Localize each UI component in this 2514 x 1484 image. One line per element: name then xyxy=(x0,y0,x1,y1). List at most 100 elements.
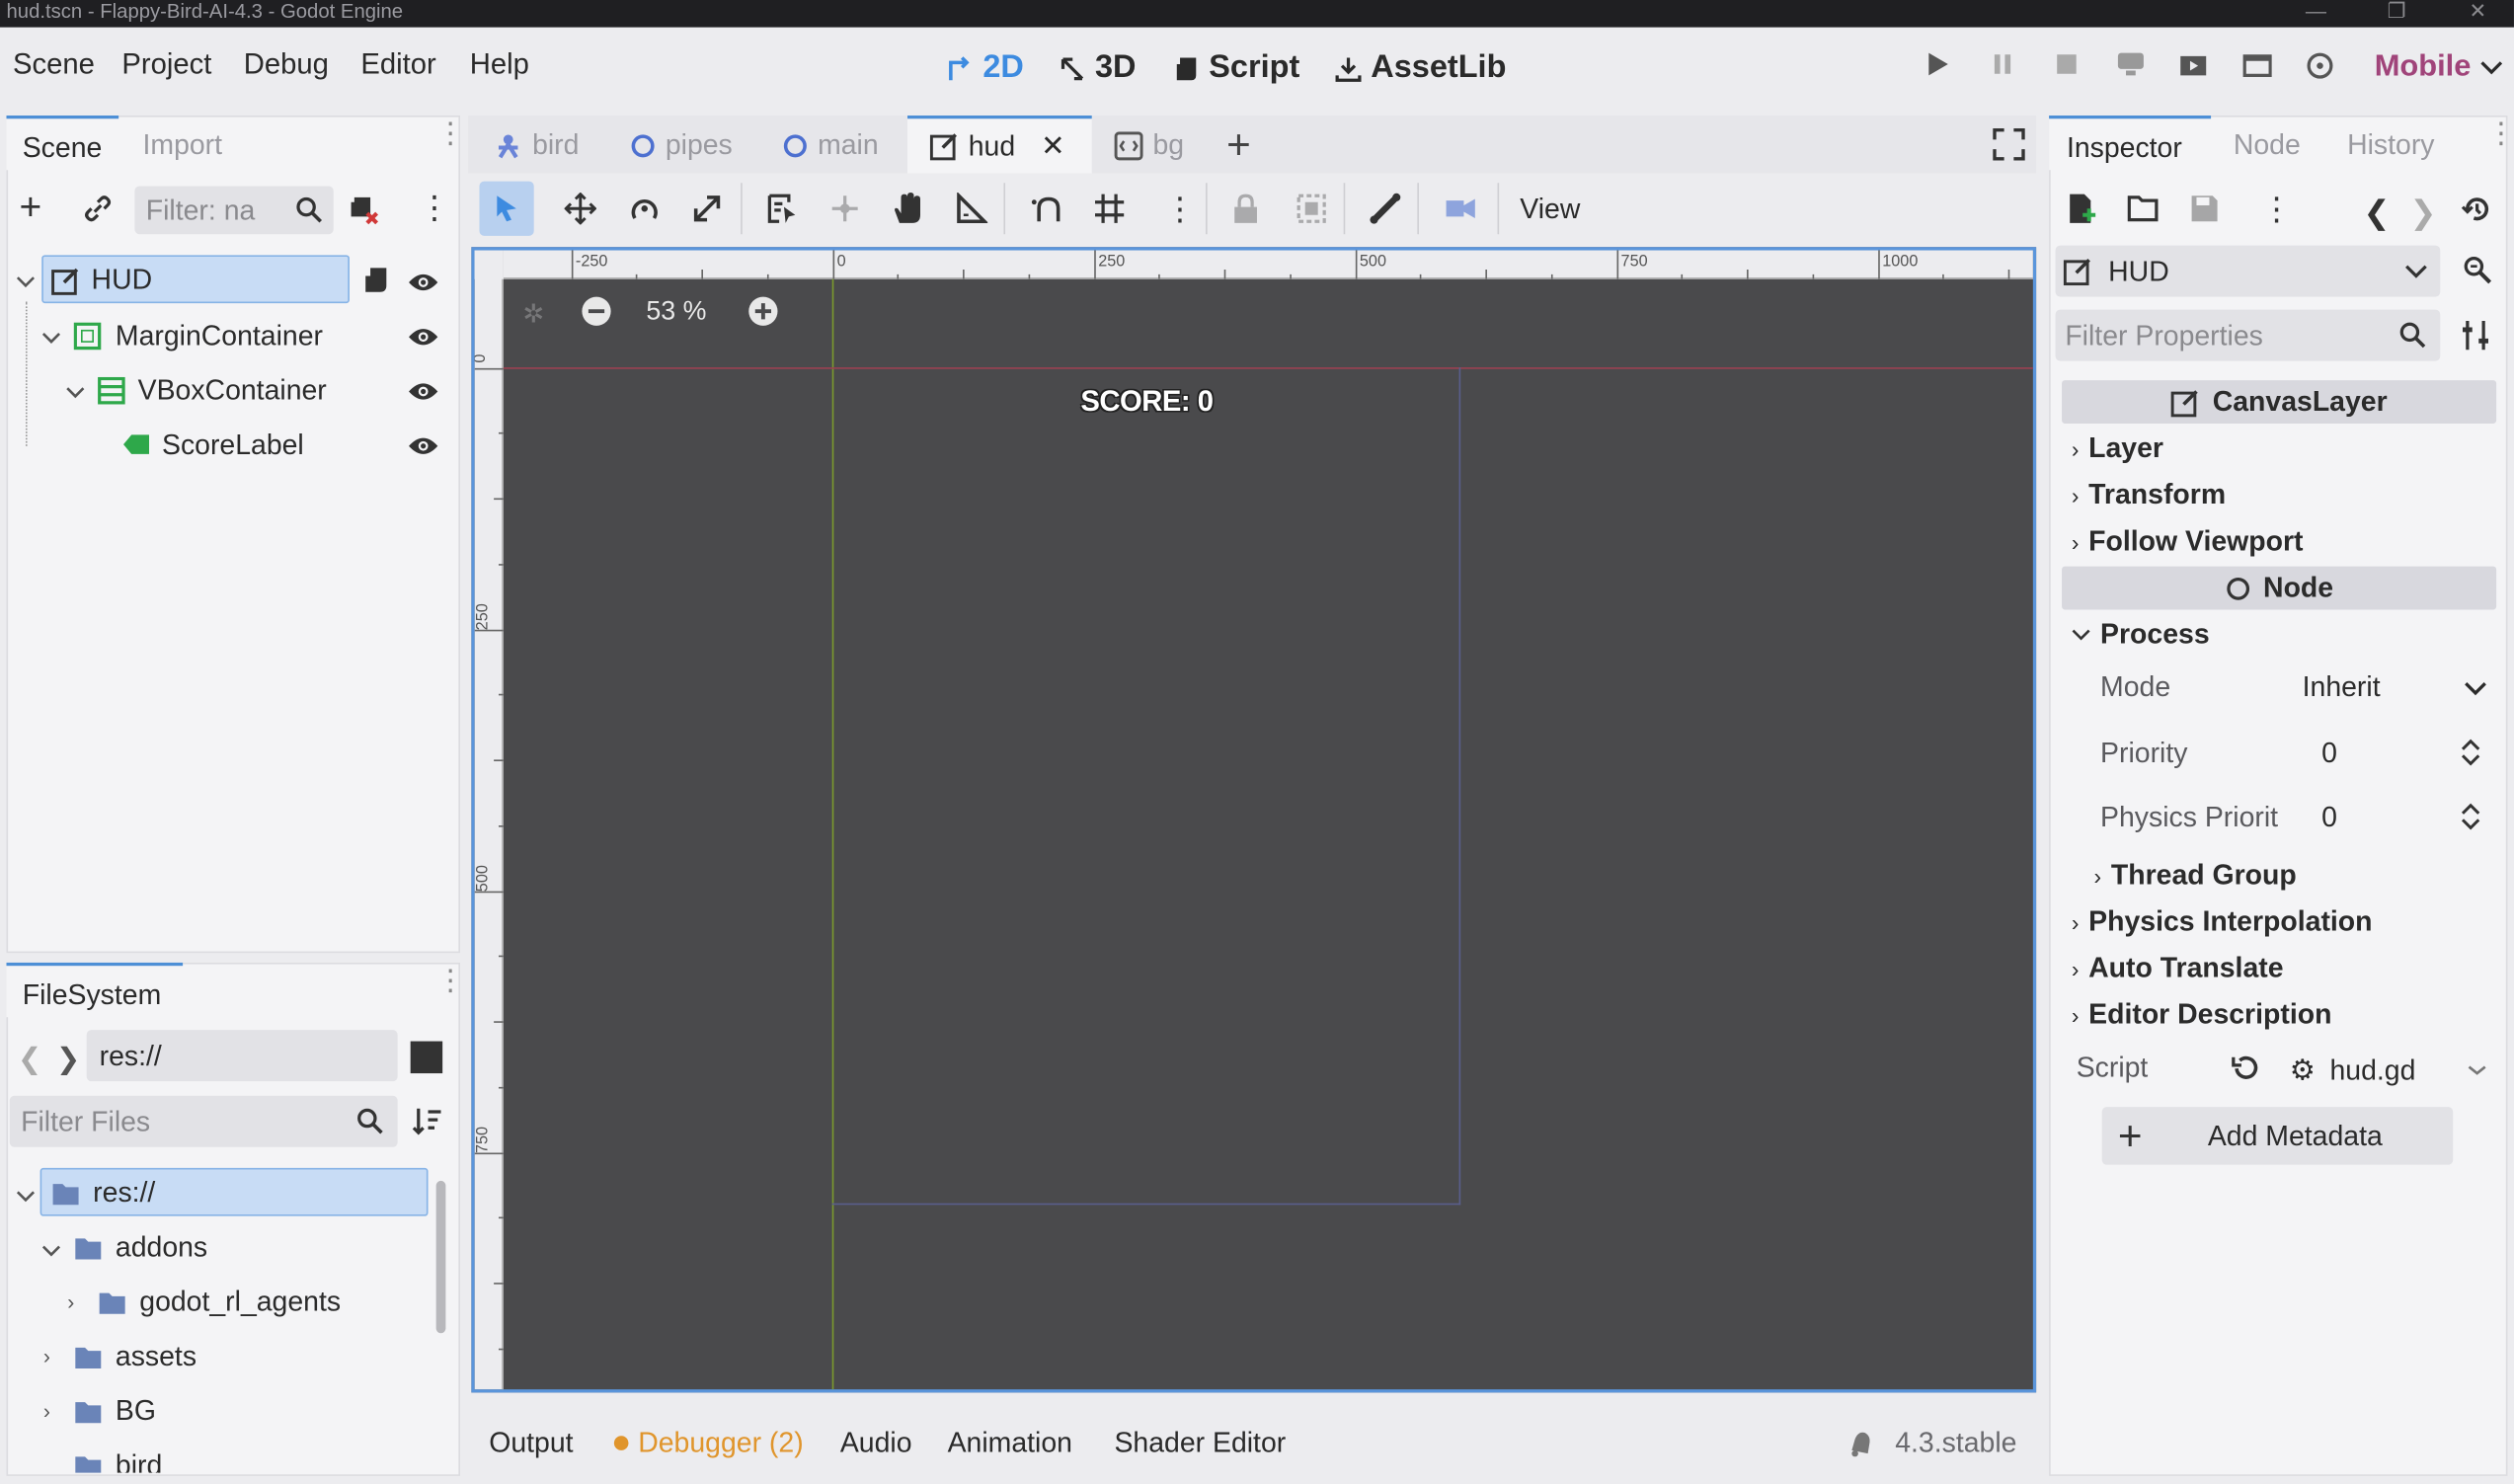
fs-item-res[interactable]: res:// xyxy=(39,1167,429,1216)
menu-help[interactable]: Help xyxy=(470,48,529,82)
tab-node[interactable]: Node xyxy=(2234,128,2301,162)
lock-icon[interactable] xyxy=(1231,193,1260,233)
pan-mode-icon[interactable] xyxy=(892,191,923,234)
zoom-out-icon[interactable] xyxy=(581,295,612,336)
add-scene-icon[interactable]: + xyxy=(1226,120,1251,170)
collapse-icon[interactable] xyxy=(66,380,85,409)
bottom-tab-shader-editor[interactable]: Shader Editor xyxy=(1114,1427,1286,1460)
new-resource-icon[interactable] xyxy=(2067,193,2098,233)
history-back-icon[interactable]: ❮ xyxy=(2363,193,2390,233)
select-mode-button[interactable] xyxy=(479,181,534,236)
visibility-eye-icon[interactable] xyxy=(407,272,438,302)
tab-history[interactable]: History xyxy=(2347,128,2434,162)
section-process[interactable]: Process xyxy=(2072,618,2210,652)
scene-tab-pipes[interactable]: pipes xyxy=(630,128,733,162)
link-icon[interactable] xyxy=(83,195,112,231)
score-label-text[interactable]: SCORE: 0 xyxy=(1080,385,1214,419)
bottom-tab-debugger[interactable]: Debugger (2) xyxy=(638,1427,803,1460)
snap-options-icon[interactable]: ⋮ xyxy=(1164,190,1196,230)
scene-filter-input[interactable]: Filter: na xyxy=(134,186,334,235)
notification-bell-icon[interactable] xyxy=(1847,1428,1876,1464)
object-selector[interactable]: HUD xyxy=(2055,245,2441,297)
path-input[interactable]: res:// xyxy=(86,1030,398,1082)
visibility-eye-icon[interactable] xyxy=(407,434,438,465)
instantiate-script-icon[interactable] xyxy=(348,195,379,235)
visibility-eye-icon[interactable] xyxy=(407,380,438,411)
prop-mode-select[interactable]: Inherit xyxy=(2290,661,2496,714)
spinner-arrows-icon[interactable] xyxy=(2460,802,2482,830)
menu-editor[interactable]: Editor xyxy=(360,48,435,82)
mode-assetlib-button[interactable]: AssetLib xyxy=(1334,49,1506,86)
script-attached-icon[interactable] xyxy=(362,267,391,303)
section-transform[interactable]: › Transform xyxy=(2072,478,2226,511)
tab-filesystem[interactable]: FileSystem xyxy=(6,962,184,1018)
close-window-icon[interactable]: ✕ xyxy=(2469,0,2486,23)
fs-item-godot-rl-agents[interactable]: godot_rl_agents xyxy=(41,1277,341,1325)
move-mode-icon[interactable] xyxy=(564,192,597,233)
node-docs-icon[interactable] xyxy=(2461,254,2492,294)
revert-icon[interactable] xyxy=(2231,1054,2259,1091)
tab-inspector[interactable]: Inspector xyxy=(2049,115,2212,171)
add-node-icon[interactable]: + xyxy=(19,189,41,228)
collapse-icon[interactable] xyxy=(41,1238,60,1267)
skeleton-bone-icon[interactable] xyxy=(1370,193,1401,233)
collapse-icon[interactable] xyxy=(41,326,60,354)
open-folder-icon[interactable] xyxy=(2127,195,2160,231)
prop-priority-spinbox[interactable]: 0 xyxy=(2309,725,2494,779)
maximize-icon[interactable]: ❐ xyxy=(2388,0,2406,23)
section-auto-translate[interactable]: › Auto Translate xyxy=(2072,952,2284,985)
prop-script-value[interactable]: ⚙ hud.gd xyxy=(2290,1046,2490,1094)
stop-icon[interactable] xyxy=(2054,51,2080,85)
center-view-icon[interactable]: ✲ xyxy=(522,298,544,330)
section-editor-description[interactable]: › Editor Description xyxy=(2072,998,2332,1032)
fs-item-assets[interactable]: assets xyxy=(41,1332,196,1380)
fs-item-addons[interactable]: addons xyxy=(41,1222,207,1271)
pivot-mode-icon[interactable] xyxy=(828,193,860,233)
camera-override-icon[interactable] xyxy=(1443,193,1478,233)
collapse-icon[interactable] xyxy=(16,270,36,298)
back-icon[interactable]: ❮ xyxy=(18,1043,42,1076)
history-forward-icon[interactable]: ❯ xyxy=(2409,193,2436,233)
scene-tab-bird[interactable]: bird xyxy=(494,128,579,162)
minimize-icon[interactable]: — xyxy=(2306,0,2326,23)
play-icon[interactable] xyxy=(1924,51,1949,85)
list-select-icon[interactable] xyxy=(766,193,798,233)
view-menu-button[interactable]: View xyxy=(1520,193,1580,226)
scene-tab-bg[interactable]: bg xyxy=(1114,128,1184,162)
toggle-split-icon[interactable] xyxy=(410,1041,443,1074)
forward-icon[interactable]: ❯ xyxy=(56,1043,81,1076)
mode-script-button[interactable]: Script xyxy=(1172,49,1299,86)
bottom-tab-output[interactable]: Output xyxy=(489,1427,573,1460)
ruler-mode-icon[interactable] xyxy=(956,191,989,233)
renderer-select[interactable]: Mobile xyxy=(2375,49,2503,85)
mode-3d-button[interactable]: 3D xyxy=(1059,49,1137,86)
rotate-mode-icon[interactable] xyxy=(628,193,660,233)
filter-files-input[interactable]: Filter Files xyxy=(9,1095,398,1147)
prop-physics-priority-spinbox[interactable]: 0 xyxy=(2309,789,2494,843)
save-icon[interactable] xyxy=(2190,195,2219,231)
menu-project[interactable]: Project xyxy=(121,48,211,82)
bottom-tab-audio[interactable]: Audio xyxy=(840,1427,912,1460)
scale-mode-icon[interactable] xyxy=(691,193,723,233)
close-tab-icon[interactable]: ✕ xyxy=(1041,129,1065,163)
play-scene-icon[interactable] xyxy=(2179,51,2208,85)
spinner-arrows-icon[interactable] xyxy=(2460,738,2482,766)
bottom-tab-animation[interactable]: Animation xyxy=(948,1427,1072,1460)
expand-icon[interactable]: › xyxy=(43,1345,50,1368)
menu-scene[interactable]: Scene xyxy=(13,48,95,82)
dock-menu-icon[interactable]: ⋮ xyxy=(436,966,465,994)
menu-debug[interactable]: Debug xyxy=(244,48,329,82)
scene-tab-main[interactable]: main xyxy=(782,128,879,162)
section-layer[interactable]: › Layer xyxy=(2072,431,2163,465)
2d-viewport[interactable]: -250 0 250 500 750 1000 0 250 500 750 ✲ … xyxy=(471,247,2037,1393)
tree-node-hud[interactable]: HUD xyxy=(41,255,350,304)
expand-icon[interactable]: › xyxy=(43,1399,50,1423)
expand-icon[interactable]: › xyxy=(67,1289,74,1313)
collapse-icon[interactable] xyxy=(16,1184,36,1212)
grid-snap-icon[interactable] xyxy=(1093,193,1125,233)
movie-maker-icon[interactable] xyxy=(2306,51,2334,88)
zoom-level[interactable]: 53 % xyxy=(646,297,706,328)
section-follow-viewport[interactable]: › Follow Viewport xyxy=(2072,524,2304,558)
scene-options-icon[interactable]: ⋮ xyxy=(419,193,450,224)
add-metadata-button[interactable]: + Add Metadata xyxy=(2101,1107,2454,1165)
